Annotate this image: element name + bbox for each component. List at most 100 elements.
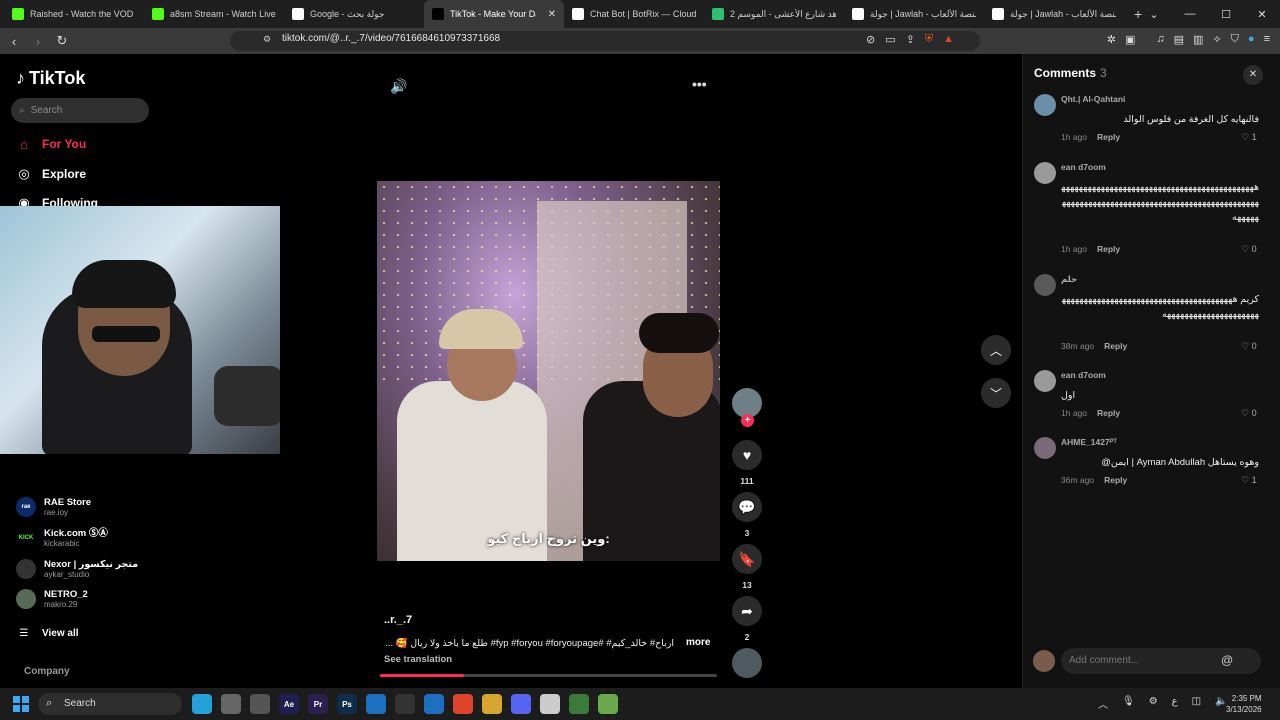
obs-icon[interactable] [569, 694, 589, 714]
avatar[interactable] [1034, 274, 1056, 296]
sidebar-icon[interactable]: ▤ [1174, 33, 1184, 46]
company-link[interactable]: Company [24, 666, 70, 677]
following-account[interactable]: Nexor | متجر نيكسور aykar_studio [16, 559, 138, 579]
brave-rewards-icon[interactable]: ▲ [943, 33, 954, 46]
view-all-link[interactable]: ☰ View all [16, 625, 79, 641]
save-button[interactable]: 🔖 13 [730, 544, 764, 590]
search-input[interactable]: ⌕ Search [11, 98, 149, 123]
comment-button[interactable]: 💬 3 [730, 492, 764, 538]
forward-button[interactable]: › [28, 34, 48, 49]
caption-more-button[interactable]: more [686, 637, 710, 648]
after-effects-icon[interactable]: Ae [279, 694, 299, 714]
video-player[interactable]: وين تروح ارباح كيو: [377, 181, 720, 561]
reload-button[interactable]: ↻ [52, 33, 72, 49]
notepad-icon[interactable] [540, 694, 560, 714]
minecraft-icon[interactable] [598, 694, 618, 714]
comment-user[interactable]: Qht.| Al-Qahtani [1061, 94, 1125, 104]
chevron-up-icon[interactable]: ︿ [1098, 696, 1108, 711]
comment-user[interactable]: حلم [1061, 274, 1077, 285]
browser-tab[interactable]: a8sm Stream - Watch Live on K [144, 0, 284, 28]
comment-like[interactable]: ♡ 0 [1241, 408, 1257, 419]
vpn-icon[interactable]: ⛉ [1231, 33, 1239, 46]
browser-tab[interactable]: Chat Bot | BotRix — Cloud Stre [564, 0, 704, 28]
taskbar-clock[interactable]: 2:35 PM 3/13/2026 [1226, 693, 1262, 715]
next-video-button[interactable]: ﹀ [981, 378, 1011, 408]
music-icon[interactable]: ♫ [1156, 33, 1164, 46]
browser-tab[interactable]: شاهد شارع الأعشى - الموسم 2 [704, 0, 844, 28]
windows-start-icon[interactable] [13, 696, 29, 712]
screenshot-icon[interactable]: ▣ [1125, 33, 1135, 46]
comment-user[interactable]: AHME_1427ᴾᵀ [1061, 437, 1117, 447]
close-comments-button[interactable]: ✕ [1243, 65, 1263, 85]
taskbar-search[interactable]: ⌕ Search [38, 693, 182, 715]
reply-button[interactable]: Reply [1097, 244, 1120, 254]
following-account[interactable]: NETRO_2 makro.29 [16, 589, 88, 609]
browser-tab[interactable]: Raished - Watch the VOD on K [4, 0, 144, 28]
author-avatar-button[interactable]: + [730, 388, 764, 427]
tiktok-logo[interactable]: ♪ TikTok [16, 68, 85, 89]
share-button[interactable]: ➦ 2 [730, 596, 764, 642]
comment-like[interactable]: ♡ 1 [1241, 132, 1257, 143]
mention-button[interactable]: @ [1221, 653, 1233, 667]
folder-icon[interactable] [482, 694, 502, 714]
video-progress-bar[interactable] [380, 674, 717, 677]
reply-button[interactable]: Reply [1104, 475, 1127, 485]
close-window-button[interactable]: ✕ [1244, 8, 1280, 21]
discord-icon[interactable] [511, 694, 531, 714]
comment-like[interactable]: ♡ 0 [1241, 341, 1257, 352]
nav-for-you[interactable]: ⌂ For You [16, 136, 86, 152]
following-account[interactable]: rae RAE Store rae.ioy [16, 497, 91, 517]
site-info-icon[interactable]: ⚙ [263, 34, 271, 45]
reply-button[interactable]: Reply [1097, 132, 1120, 142]
comment-like[interactable]: ♡ 1 [1241, 475, 1257, 486]
network-tray-icon[interactable]: ⚙ [1149, 696, 1158, 711]
reply-button[interactable]: Reply [1104, 341, 1127, 351]
avatar[interactable] [1034, 162, 1056, 184]
url-input[interactable]: tiktok.com/@..r._.7/video/76166846109733… [282, 33, 500, 44]
previous-video-button[interactable]: ︿ [981, 335, 1011, 365]
browser-tab[interactable]: جولة | Jawlah - منصة الألعاب [844, 0, 984, 28]
premiere-icon[interactable]: Pr [308, 694, 328, 714]
puzzle-icon[interactable]: ✲ [1107, 33, 1116, 46]
following-account[interactable]: KICK Kick.com ⓈⒶ kickarabic [16, 528, 108, 548]
brave-shields-icon[interactable]: ⛨ [925, 33, 933, 46]
explorer-icon[interactable] [221, 694, 241, 714]
comment-user[interactable]: ean d7oom [1061, 162, 1106, 172]
like-button[interactable]: ♥ 111 [730, 440, 764, 486]
see-translation-link[interactable]: See translation [384, 654, 452, 665]
avatar[interactable] [1034, 437, 1056, 459]
mute-site-icon[interactable]: ⊘ [866, 33, 875, 46]
settings-icon[interactable] [250, 694, 270, 714]
cast-icon[interactable]: ▭ [885, 33, 895, 46]
browser-tab[interactable]: جولة | Jawlah - منصة الألعاب [984, 0, 1124, 28]
nav-explore[interactable]: ◎ Explore [16, 166, 86, 182]
avatar[interactable] [1034, 94, 1056, 116]
avatar[interactable] [1034, 370, 1056, 392]
vscode-icon[interactable] [424, 694, 444, 714]
volume-icon[interactable]: 🔊 [390, 78, 407, 95]
menu-icon[interactable]: ≡ [1264, 33, 1270, 46]
sound-disc-button[interactable] [730, 648, 764, 678]
chatgpt-icon[interactable] [395, 694, 415, 714]
browser-tab[interactable]: Google - جولة بحث [284, 0, 424, 28]
share-icon[interactable]: ⇪ [906, 33, 915, 46]
chevron-down-icon[interactable]: ⌄ [1136, 8, 1172, 21]
video-author[interactable]: ..r._.7 [384, 614, 412, 626]
maximize-button[interactable]: ☐ [1208, 8, 1244, 21]
minimize-button[interactable]: — [1172, 8, 1208, 20]
profile-icon[interactable]: ● [1248, 33, 1255, 46]
wallet-icon[interactable]: ▥ [1193, 33, 1203, 46]
photoshop-icon[interactable]: Ps [337, 694, 357, 714]
more-options-icon[interactable]: ••• [692, 76, 707, 92]
follow-plus-icon[interactable]: + [741, 414, 754, 427]
comment-like[interactable]: ♡ 0 [1241, 244, 1257, 255]
leo-icon[interactable]: ✧ [1212, 33, 1221, 46]
whatsapp-icon[interactable] [192, 694, 212, 714]
edge-icon[interactable] [366, 694, 386, 714]
comment-user[interactable]: ean d7oom [1061, 370, 1106, 380]
close-tab-icon[interactable]: ✕ [548, 9, 556, 20]
reply-button[interactable]: Reply [1097, 408, 1120, 418]
browser-tab[interactable]: TikTok - Make Your Day ✕ [424, 0, 564, 28]
back-button[interactable]: ‹ [4, 34, 24, 49]
wifi-icon[interactable]: ◫ [1192, 696, 1201, 711]
